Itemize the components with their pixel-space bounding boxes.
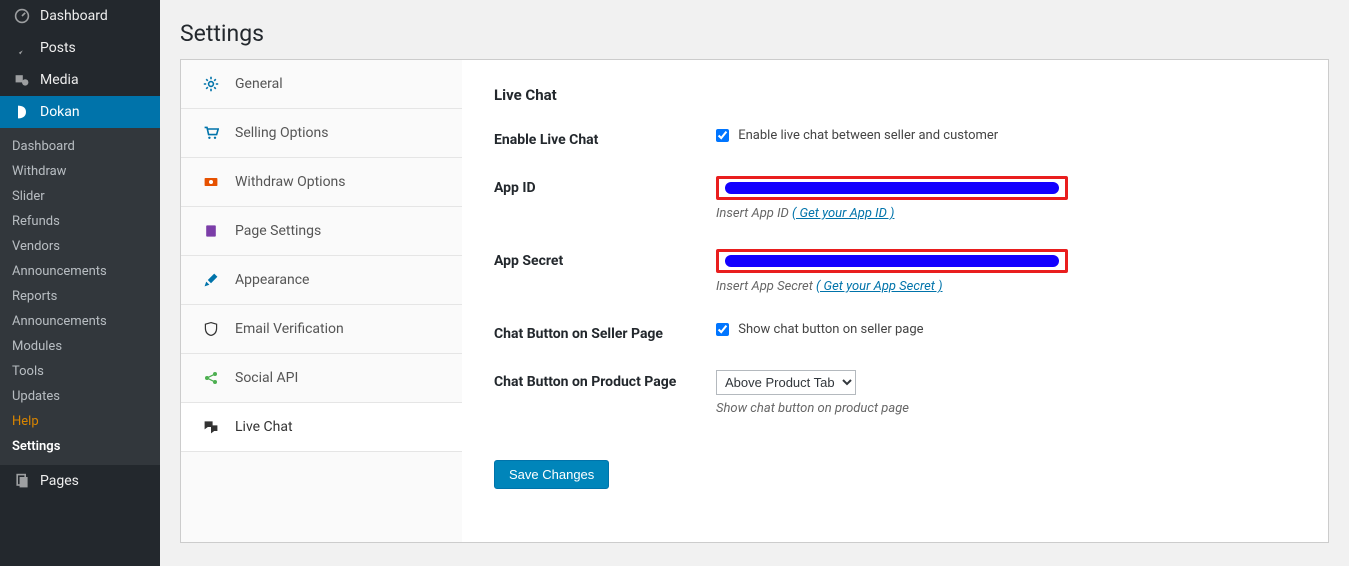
submenu-withdraw[interactable]: Withdraw: [0, 159, 160, 184]
tab-label: General: [235, 76, 283, 92]
cart-icon: [201, 125, 221, 141]
section-heading: Live Chat: [494, 86, 1296, 104]
get-app-id-link[interactable]: ( Get your App ID ): [792, 206, 894, 221]
checkbox-text: Enable live chat between seller and cust…: [738, 128, 998, 143]
product-page-select[interactable]: Above Product Tab: [716, 370, 856, 395]
submenu-reports[interactable]: Reports: [0, 284, 160, 309]
tab-label: Appearance: [235, 272, 309, 288]
tab-email-verification[interactable]: Email Verification: [181, 305, 462, 354]
checkbox-label[interactable]: Enable live chat between seller and cust…: [716, 128, 998, 143]
tab-label: Email Verification: [235, 321, 344, 337]
dashboard-icon: [12, 8, 32, 24]
save-changes-button[interactable]: Save Changes: [494, 460, 609, 489]
submenu-slider[interactable]: Slider: [0, 184, 160, 209]
pin-icon: [12, 40, 32, 56]
share-icon: [201, 370, 221, 386]
submenu-announcements[interactable]: Announcements: [0, 259, 160, 284]
row-product-page: Chat Button on Product Page Above Produc…: [494, 370, 1296, 416]
row-seller-page: Chat Button on Seller Page Show chat but…: [494, 322, 1296, 342]
row-app-secret: App Secret Insert App Secret ( Get your …: [494, 249, 1296, 294]
app-secret-hint: Insert App Secret ( Get your App Secret …: [716, 279, 1296, 294]
submenu-announcements2[interactable]: Announcements: [0, 309, 160, 334]
submenu-tools[interactable]: Tools: [0, 359, 160, 384]
row-enable-live-chat: Enable Live Chat Enable live chat betwee…: [494, 128, 1296, 148]
shield-icon: [201, 321, 221, 337]
row-app-id: App ID Insert App ID ( Get your App ID ): [494, 176, 1296, 221]
tab-withdraw-options[interactable]: Withdraw Options: [181, 158, 462, 207]
seller-page-checkbox[interactable]: [716, 323, 729, 336]
page-icon: [201, 223, 221, 239]
submenu-refunds[interactable]: Refunds: [0, 209, 160, 234]
app-id-hint: Insert App ID ( Get your App ID ): [716, 206, 1296, 221]
submenu-dashboard[interactable]: Dashboard: [0, 134, 160, 159]
submenu-modules[interactable]: Modules: [0, 334, 160, 359]
tab-label: Page Settings: [235, 223, 321, 239]
sidebar-item-dokan[interactable]: Dokan: [0, 96, 160, 128]
sidebar-submenu: Dashboard Withdraw Slider Refunds Vendor…: [0, 128, 160, 465]
sidebar-label: Pages: [40, 473, 79, 489]
field-label: Chat Button on Seller Page: [494, 322, 716, 342]
submenu-settings[interactable]: Settings: [0, 434, 160, 459]
field-label: Enable Live Chat: [494, 128, 716, 148]
settings-tabs: General Selling Options Withdraw Options…: [181, 60, 462, 542]
tab-spacer: [181, 452, 462, 542]
media-icon: [12, 72, 32, 88]
tab-social-api[interactable]: Social API: [181, 354, 462, 403]
tab-label: Selling Options: [235, 125, 328, 141]
tab-selling-options[interactable]: Selling Options: [181, 109, 462, 158]
sidebar-label: Media: [40, 72, 79, 88]
product-page-hint: Show chat button on product page: [716, 401, 1296, 416]
page-title: Settings: [180, 0, 1329, 59]
tab-general[interactable]: General: [181, 60, 462, 109]
get-app-secret-link[interactable]: ( Get your App Secret ): [816, 279, 943, 294]
money-icon: [201, 174, 221, 190]
sidebar-item-media[interactable]: Media: [0, 64, 160, 96]
sidebar-label: Posts: [40, 40, 76, 56]
chat-icon: [201, 419, 221, 435]
app-id-input[interactable]: [716, 176, 1068, 200]
tab-page-settings[interactable]: Page Settings: [181, 207, 462, 256]
main-content: Settings General Selling Options Withdra…: [160, 0, 1349, 566]
tab-label: Withdraw Options: [235, 174, 346, 190]
field-label: App Secret: [494, 249, 716, 269]
tab-appearance[interactable]: Appearance: [181, 256, 462, 305]
settings-panel: General Selling Options Withdraw Options…: [180, 59, 1329, 543]
sidebar-label: Dokan: [40, 104, 80, 120]
sidebar-item-posts[interactable]: Posts: [0, 32, 160, 64]
field-label: App ID: [494, 176, 716, 196]
tab-content: Live Chat Enable Live Chat Enable live c…: [462, 60, 1328, 542]
enable-live-chat-checkbox[interactable]: [716, 129, 729, 142]
tab-label: Live Chat: [235, 419, 293, 435]
brush-icon: [201, 272, 221, 288]
gear-icon: [201, 76, 221, 92]
pages-icon: [12, 473, 32, 489]
app-secret-input[interactable]: [716, 249, 1068, 273]
dokan-icon: [12, 104, 32, 120]
sidebar-label: Dashboard: [40, 8, 108, 24]
sidebar-item-pages[interactable]: Pages: [0, 465, 160, 497]
sidebar-item-dashboard[interactable]: Dashboard: [0, 0, 160, 32]
submenu-vendors[interactable]: Vendors: [0, 234, 160, 259]
tab-label: Social API: [235, 370, 298, 386]
admin-sidebar: Dashboard Posts Media Dokan Dashboard Wi…: [0, 0, 160, 566]
field-label: Chat Button on Product Page: [494, 370, 716, 390]
tab-live-chat[interactable]: Live Chat: [181, 403, 462, 452]
submenu-updates[interactable]: Updates: [0, 384, 160, 409]
checkbox-text: Show chat button on seller page: [738, 322, 923, 337]
submenu-help[interactable]: Help: [0, 409, 160, 434]
checkbox-label[interactable]: Show chat button on seller page: [716, 322, 924, 337]
